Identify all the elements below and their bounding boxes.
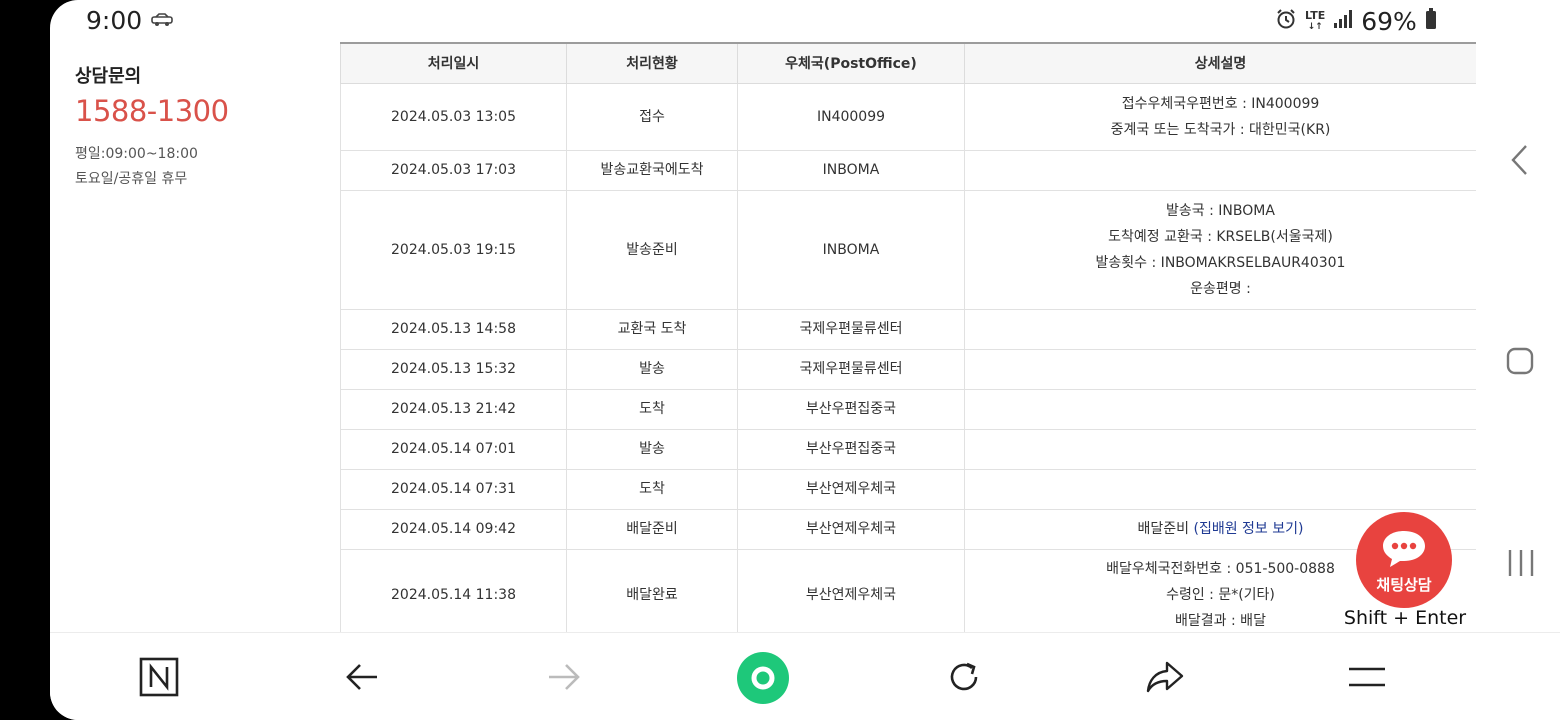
cell-datetime: 2024.05.03 13:05 <box>340 82 567 151</box>
table-row: 2024.05.03 13:05 접수 IN400099 접수우체국우편번호 :… <box>340 82 1476 151</box>
header-datetime: 처리일시 <box>340 42 567 84</box>
cell-details: 접수우체국우편번호 : IN400099 중계국 또는 도착국가 : 대한민국(… <box>964 82 1476 151</box>
table-row: 2024.05.14 11:38 배달완료 부산연제우체국 배달우체국전화번호 … <box>340 548 1476 632</box>
detail-line: 도착예정 교환국 : KRSELB(서울국제) <box>1108 228 1333 245</box>
battery-percent: 69% <box>1361 6 1417 36</box>
status-clock: 9:00 <box>86 6 143 35</box>
contact-panel: 상담문의 1588-1300 평일:09:00~18:00 토요일/공휴일 휴무 <box>75 62 335 192</box>
cell-datetime: 2024.05.13 15:32 <box>340 348 567 390</box>
cell-status: 접수 <box>566 82 738 151</box>
cell-details <box>964 308 1476 350</box>
cell-status: 발송준비 <box>566 189 738 310</box>
table-header-row: 처리일시 처리현황 우체국(PostOffice) 상세설명 <box>340 42 1476 84</box>
cell-status: 배달준비 <box>566 508 738 550</box>
bottom-nav-bar <box>50 632 1560 720</box>
cell-details <box>964 348 1476 390</box>
table-row: 2024.05.13 21:42 도착 부산우편집중국 <box>340 388 1476 430</box>
chat-consult-button[interactable]: 채팅상담 <box>1356 512 1452 608</box>
cell-office: IN400099 <box>737 82 965 151</box>
cell-details <box>964 388 1476 430</box>
cell-status: 도착 <box>566 468 738 510</box>
header-details: 상세설명 <box>964 42 1476 84</box>
table-row: 2024.05.13 15:32 발송 국제우편물류센터 <box>340 348 1476 390</box>
recent-apps-icon[interactable] <box>1506 548 1536 582</box>
hours-weekday: 평일:09:00~18:00 <box>75 146 198 162</box>
reload-icon[interactable] <box>942 655 986 699</box>
cell-status: 발송교환국에도착 <box>566 149 738 191</box>
signal-icon <box>1333 9 1353 33</box>
cell-status: 발송 <box>566 348 738 390</box>
share-icon[interactable] <box>1143 655 1187 699</box>
detail-line: 중계국 또는 도착국가 : 대한민국(KR) <box>1110 121 1331 138</box>
forward-arrow-icon <box>542 655 586 699</box>
carrier-info-link[interactable]: (집배원 정보 보기) <box>1194 521 1304 537</box>
lte-label: LTE ↓↑ <box>1305 8 1326 32</box>
detail-line: 발송횟수 : INBOMAKRSELBAUR40301 <box>1095 254 1346 271</box>
cell-datetime: 2024.05.03 19:15 <box>340 189 567 310</box>
cell-status: 교환국 도착 <box>566 308 738 350</box>
battery-icon <box>1425 8 1437 34</box>
cell-status: 발송 <box>566 428 738 470</box>
table-row: 2024.05.14 07:31 도착 부산연제우체국 <box>340 468 1476 510</box>
cell-office: 국제우편물류센터 <box>737 308 965 350</box>
naver-n-icon[interactable] <box>137 655 181 699</box>
header-office: 우체국(PostOffice) <box>737 42 965 84</box>
cell-details <box>964 149 1476 191</box>
naver-green-dot-icon[interactable] <box>736 651 790 705</box>
cell-office: INBOMA <box>737 189 965 310</box>
status-bar: 9:00 LTE ↓↑ 69% <box>50 0 1560 42</box>
cell-office: 부산연제우체국 <box>737 548 965 632</box>
cell-datetime: 2024.05.13 14:58 <box>340 308 567 350</box>
tracking-table-container[interactable]: 처리일시 처리현황 우체국(PostOffice) 상세설명 2024.05.0… <box>340 42 1476 632</box>
hours-weekend: 토요일/공휴일 휴무 <box>75 171 188 187</box>
chat-label: 채팅상담 <box>1376 576 1432 594</box>
cell-datetime: 2024.05.14 09:42 <box>340 508 567 550</box>
detail-line: 접수우체국우편번호 : IN400099 <box>1121 95 1320 112</box>
cell-details <box>964 428 1476 470</box>
cell-office: 부산연제우체국 <box>737 508 965 550</box>
header-status: 처리현황 <box>566 42 738 84</box>
cell-datetime: 2024.05.14 07:31 <box>340 468 567 510</box>
table-row: 2024.05.03 19:15 발송준비 INBOMA 발송국 : INBOM… <box>340 189 1476 310</box>
table-row: 2024.05.14 09:42 배달준비 부산연제우체국 배달준비 (집배원 … <box>340 508 1476 550</box>
cell-office: 국제우편물류센터 <box>737 348 965 390</box>
cell-office: 부산우편집중국 <box>737 388 965 430</box>
home-square-icon[interactable] <box>1505 346 1535 380</box>
table-row: 2024.05.14 07:01 발송 부산우편집중국 <box>340 428 1476 470</box>
cell-status: 도착 <box>566 388 738 430</box>
cell-status: 배달완료 <box>566 548 738 632</box>
cell-office: 부산연제우체국 <box>737 468 965 510</box>
tracking-table: 처리일시 처리현황 우체국(PostOffice) 상세설명 2024.05.0… <box>340 42 1476 632</box>
contact-hours: 평일:09:00~18:00 토요일/공휴일 휴무 <box>75 142 335 192</box>
detail-line: 발송국 : INBOMA <box>1166 202 1275 219</box>
chat-shortcut-hint: Shift + Enter <box>1343 607 1467 629</box>
cell-details <box>964 468 1476 510</box>
chevron-left-icon[interactable] <box>1508 143 1532 181</box>
cell-datetime: 2024.05.14 07:01 <box>340 428 567 470</box>
table-row: 2024.05.13 14:58 교환국 도착 국제우편물류센터 <box>340 308 1476 350</box>
detail-line: 배달준비 <box>1137 521 1190 537</box>
cell-details: 발송국 : INBOMA 도착예정 교환국 : KRSELB(서울국제) 발송횟… <box>964 189 1476 310</box>
browser-screen: 9:00 LTE ↓↑ 69% 상담문의 1588-1300 평일:09:00~… <box>50 0 1560 720</box>
contact-phone[interactable]: 1588-1300 <box>75 94 335 128</box>
menu-icon[interactable] <box>1345 655 1389 699</box>
detail-line: 운송편명 : <box>1190 280 1251 297</box>
chat-bubble-icon <box>1380 528 1428 574</box>
status-right: LTE ↓↑ 69% <box>1275 6 1437 36</box>
contact-title: 상담문의 <box>75 66 142 87</box>
table-row: 2024.05.03 17:03 발송교환국에도착 INBOMA <box>340 149 1476 191</box>
cell-datetime: 2024.05.13 21:42 <box>340 388 567 430</box>
cell-datetime: 2024.05.03 17:03 <box>340 149 567 191</box>
car-icon <box>150 12 174 31</box>
alarm-icon <box>1275 8 1297 34</box>
cell-office: INBOMA <box>737 149 965 191</box>
cell-office: 부산우편집중국 <box>737 428 965 470</box>
back-arrow-icon[interactable] <box>340 655 384 699</box>
cell-datetime: 2024.05.14 11:38 <box>340 548 567 632</box>
